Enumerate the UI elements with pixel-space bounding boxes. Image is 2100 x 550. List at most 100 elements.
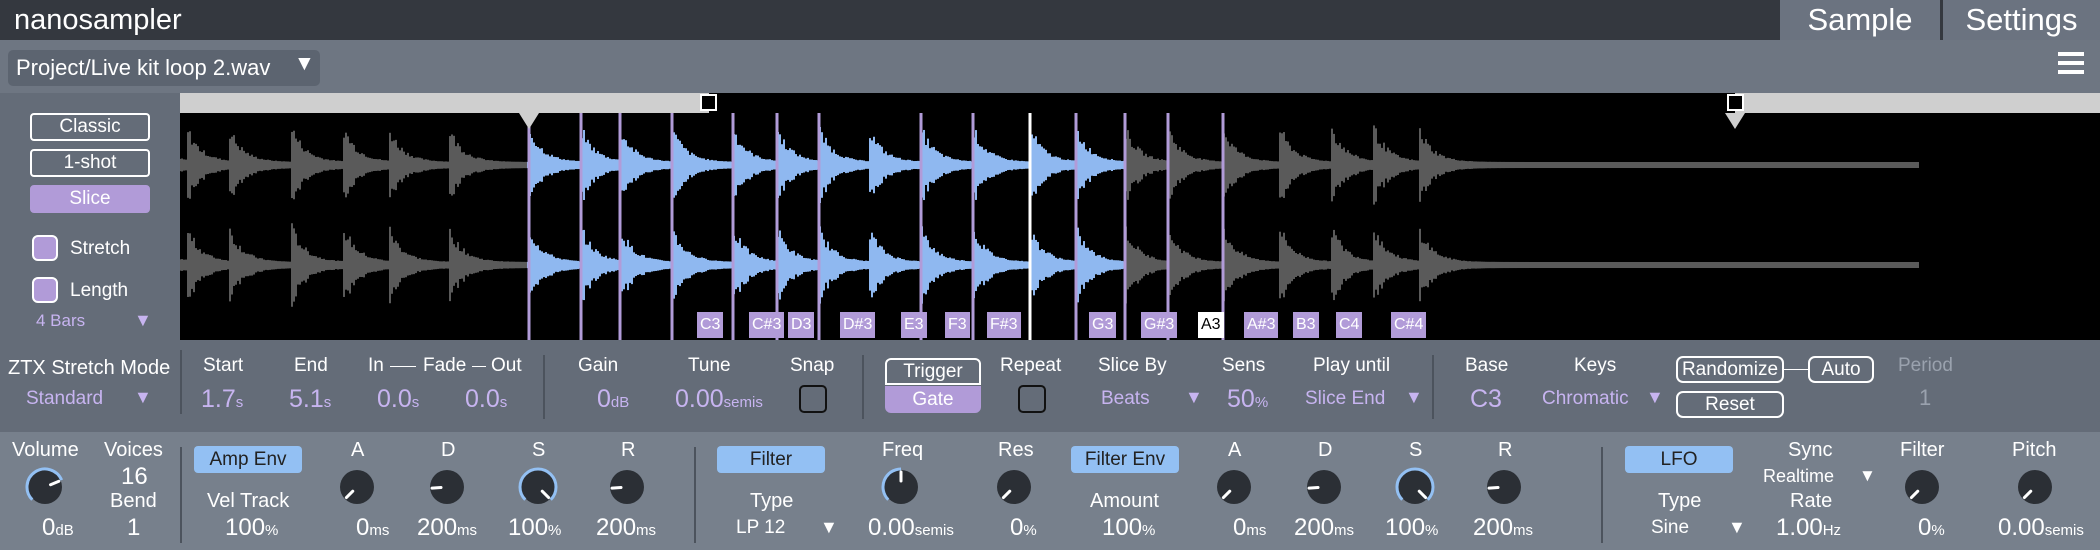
repeat-checkbox[interactable] [1018, 385, 1046, 413]
filter-button[interactable]: Filter [717, 446, 825, 473]
ztx-stretch-value[interactable]: Standard [26, 388, 103, 410]
fenv-s-value[interactable]: 100% [1385, 514, 1438, 542]
amp-env-button[interactable]: Amp Env [194, 446, 302, 473]
bend-value[interactable]: 1 [127, 514, 140, 542]
amp-sustain-knob[interactable] [518, 467, 558, 507]
filter-res-knob[interactable] [994, 467, 1034, 507]
start-handle[interactable] [700, 94, 717, 111]
slice-label-gsharp3[interactable]: G#3 [1141, 312, 1178, 338]
pitch-value[interactable]: 0.00semis [1998, 514, 2084, 542]
end-handle[interactable] [1727, 94, 1744, 111]
keys-value[interactable]: Chromatic [1542, 388, 1629, 410]
tab-sample[interactable]: Sample [1780, 0, 1940, 40]
slice-by-dropdown-icon[interactable]: ▼ [1185, 387, 1203, 408]
mode-slice-button[interactable]: Slice [30, 185, 150, 213]
end-value[interactable]: 5.1s [289, 385, 331, 414]
amp-d-value[interactable]: 200ms [417, 514, 477, 542]
amp-decay-knob[interactable] [427, 467, 467, 507]
fenv-release-knob[interactable] [1484, 467, 1524, 507]
slice-label-e3[interactable]: E3 [901, 312, 927, 338]
fenv-attack-knob[interactable] [1214, 467, 1254, 507]
menu-icon[interactable] [2058, 52, 2084, 78]
file-dropdown-icon[interactable]: ▼ [294, 52, 315, 76]
slice-label-csharp3[interactable]: C#3 [749, 312, 785, 338]
amp-r-value[interactable]: 200ms [596, 514, 656, 542]
lfo-type-value[interactable]: Sine [1651, 517, 1689, 539]
lfo-type-dropdown-icon[interactable]: ▼ [1728, 517, 1746, 538]
mode-oneshot-button[interactable]: 1-shot [30, 149, 150, 177]
fade-out-value[interactable]: 0.0s [465, 385, 507, 414]
amp-attack-knob[interactable] [337, 467, 377, 507]
filter-env-button[interactable]: Filter Env [1071, 446, 1179, 473]
lfo-pitch-knob[interactable] [2015, 467, 2055, 507]
trigger-button[interactable]: Trigger [885, 358, 981, 385]
fade-in-value[interactable]: 0.0s [377, 385, 419, 414]
ztx-dropdown-icon[interactable]: ▼ [134, 387, 152, 408]
period-value[interactable]: 1 [1919, 385, 1931, 411]
lfo-filter-value[interactable]: 0% [1918, 514, 1945, 542]
reset-button[interactable]: Reset [1676, 391, 1784, 418]
start-marker[interactable] [519, 113, 539, 129]
sens-label: Sens [1222, 355, 1266, 376]
file-select[interactable]: Project/Live kit loop 2.wav [8, 50, 320, 86]
mode-classic-button[interactable]: Classic [30, 113, 150, 141]
slice-label-asharp3[interactable]: A#3 [1244, 312, 1279, 338]
slice-label-f3[interactable]: F3 [945, 312, 970, 338]
filter-freq-knob[interactable] [881, 467, 921, 507]
keys-dropdown-icon[interactable]: ▼ [1646, 387, 1664, 408]
rate-value[interactable]: 1.00Hz [1776, 514, 1841, 542]
filter-type-dropdown-icon[interactable]: ▼ [820, 517, 838, 538]
amp-a-value[interactable]: 0ms [356, 514, 389, 542]
freq-value[interactable]: 0.00semis [868, 514, 954, 542]
tune-value[interactable]: 0.00semis [675, 385, 763, 414]
lfo-button[interactable]: LFO [1625, 446, 1733, 473]
voices-value[interactable]: 16 [121, 463, 148, 491]
slice-label-c4[interactable]: C4 [1336, 312, 1363, 338]
length-value[interactable]: 4 Bars [36, 311, 85, 331]
slice-label-d3[interactable]: D3 [788, 312, 815, 338]
sync-value[interactable]: Realtime [1763, 466, 1834, 487]
gain-value[interactable]: 0dB [597, 385, 629, 414]
length-dropdown-icon[interactable]: ▼ [134, 310, 152, 331]
period-label: Period [1898, 355, 1953, 376]
slice-label-b3[interactable]: B3 [1293, 312, 1319, 338]
fenv-sustain-knob[interactable] [1395, 467, 1435, 507]
snap-checkbox[interactable] [799, 385, 827, 413]
amount-value[interactable]: 100% [1102, 514, 1155, 542]
auto-button[interactable]: Auto [1808, 356, 1874, 383]
volume-knob[interactable] [25, 467, 65, 507]
fenv-a-value[interactable]: 0ms [1233, 514, 1266, 542]
slice-label-csharp4[interactable]: C#4 [1391, 312, 1427, 338]
play-until-value[interactable]: Slice End [1305, 388, 1385, 410]
amp-release-knob[interactable] [607, 467, 647, 507]
lfo-filter-knob[interactable] [1902, 467, 1942, 507]
randomize-button[interactable]: Randomize [1676, 356, 1784, 383]
base-value[interactable]: C3 [1470, 385, 1502, 414]
amount-label: Amount [1090, 490, 1159, 512]
fenv-decay-knob[interactable] [1304, 467, 1344, 507]
start-value[interactable]: 1.7s [201, 385, 243, 414]
slice-label-g3[interactable]: G3 [1089, 312, 1117, 338]
filter-type-value[interactable]: LP 12 [736, 517, 785, 539]
slice-label-dsharp3[interactable]: D#3 [840, 312, 876, 338]
play-until-dropdown-icon[interactable]: ▼ [1405, 387, 1423, 408]
slice-label-c3[interactable]: C3 [697, 312, 724, 338]
amp-s-value[interactable]: 100% [508, 514, 561, 542]
res-value[interactable]: 0% [1010, 514, 1037, 542]
gate-button[interactable]: Gate [885, 386, 981, 413]
length-checkbox[interactable] [32, 277, 58, 303]
slice-label-fsharp3[interactable]: F#3 [987, 312, 1021, 338]
tab-settings[interactable]: Settings [1943, 0, 2100, 40]
waveform-svg [180, 113, 1919, 340]
waveform-display[interactable] [180, 93, 2100, 340]
fenv-d-value[interactable]: 200ms [1294, 514, 1354, 542]
vel-track-value[interactable]: 100% [225, 514, 278, 542]
slice-label-a3[interactable]: A3 [1198, 312, 1224, 338]
stretch-checkbox[interactable] [32, 235, 58, 261]
fenv-r-value[interactable]: 200ms [1473, 514, 1533, 542]
volume-value[interactable]: 0dB [42, 514, 74, 542]
end-marker[interactable] [1725, 113, 1745, 129]
slice-by-value[interactable]: Beats [1101, 388, 1150, 410]
sens-value[interactable]: 50% [1227, 385, 1268, 414]
sync-dropdown-icon[interactable]: ▼ [1859, 466, 1876, 486]
